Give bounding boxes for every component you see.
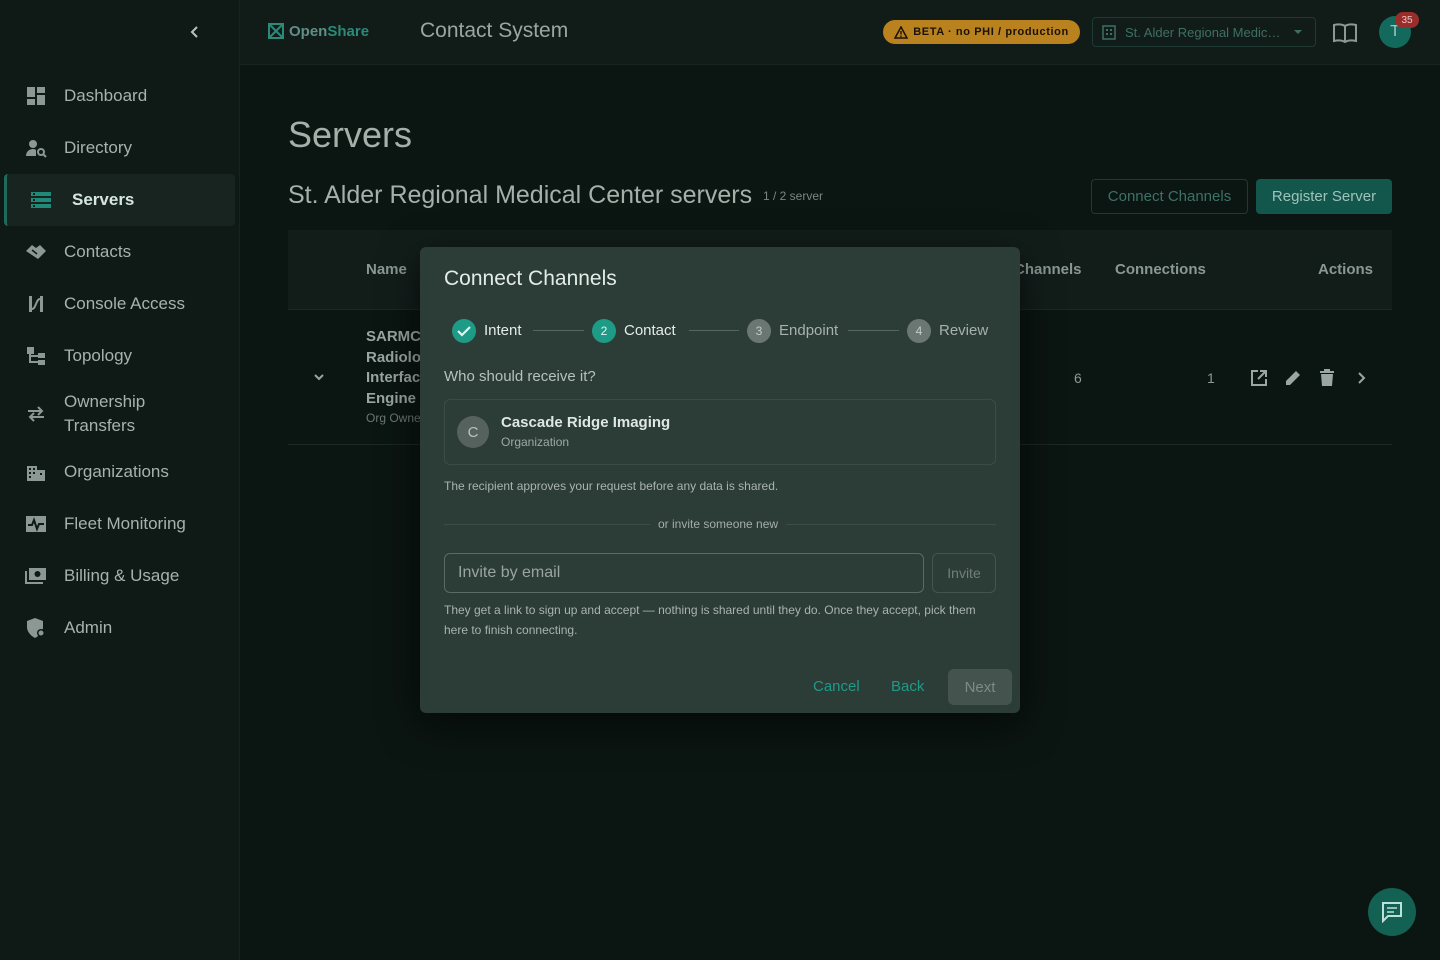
step-1-complete [452, 319, 476, 343]
recipient-question: Who should receive it? [444, 368, 596, 385]
step-4-label: Review [939, 322, 989, 339]
step-2-label: Contact [624, 322, 676, 339]
beta-warning-badge: BETA · no PHI / production [883, 20, 1080, 44]
contact-option[interactable]: C Cascade Ridge Imaging Organization [444, 399, 996, 465]
topology-icon [24, 344, 48, 368]
sidebar-item-label: Admin [64, 618, 113, 637]
sidebar-item-label: Topology [64, 346, 133, 365]
sidebar-item-label: Dashboard [64, 86, 148, 105]
sidebar-item-topology[interactable]: Topology [0, 330, 240, 382]
openshare-logo-icon [268, 23, 284, 39]
beta-label: BETA · no PHI / production [913, 26, 1069, 38]
admin-shield-icon [24, 616, 48, 640]
dialog-title: Connect Channels [444, 267, 617, 290]
approval-note: The recipient approves your request befo… [444, 479, 779, 493]
sidebar-item-label: Servers [72, 190, 135, 209]
back-button[interactable]: Back [891, 678, 924, 695]
next-button[interactable]: Next [948, 669, 1012, 705]
sidebar-item-ownership-transfers[interactable]: Ownership Transfers [0, 382, 240, 446]
sidebar-item-label: Fleet Monitoring [64, 514, 186, 533]
organization-select-value: St. Alder Regional Medical Center [1125, 24, 1285, 40]
sidebar-item-servers[interactable]: Servers [4, 174, 235, 226]
invite-button[interactable]: Invite [932, 553, 996, 593]
sidebar-item-billing-usage[interactable]: Billing & Usage [0, 550, 240, 602]
servers-icon [29, 188, 53, 212]
invite-note: They get a link to sign up and accept — … [444, 603, 976, 637]
step-2-number: 2 [592, 319, 616, 343]
step-3-number: 3 [747, 319, 771, 343]
top-app-bar: Open Share Contact System BETA · no PHI /… [240, 0, 1440, 65]
handshake-icon [24, 240, 48, 264]
chevron-left-icon [190, 26, 198, 38]
sidebar-item-fleet-monitoring[interactable]: Fleet Monitoring [0, 498, 240, 550]
cancel-button[interactable]: Cancel [813, 678, 860, 695]
sidebar-item-label: Contacts [64, 242, 132, 261]
sidebar-item-label: Console Access [64, 294, 185, 313]
caret-down-icon [1294, 30, 1302, 34]
monitoring-icon [24, 512, 48, 536]
notification-count-badge: 35 [1395, 12, 1419, 28]
sidebar-item-label: Organizations [64, 462, 169, 481]
organizations-icon [24, 460, 48, 484]
contact-avatar: C [457, 416, 489, 448]
sidebar-item-label: Billing & Usage [64, 566, 180, 585]
transfer-icon [24, 402, 48, 426]
invite-email-input[interactable] [444, 553, 924, 593]
openshare-logo[interactable]: Open Share [267, 22, 369, 40]
sidebar: Dashboard Directory Servers Contacts Con… [0, 0, 240, 960]
sidebar-nav: Dashboard Directory Servers Contacts Con… [0, 70, 240, 654]
step-4-number: 4 [907, 319, 931, 343]
billing-icon [24, 564, 48, 588]
documentation-button[interactable] [1332, 20, 1358, 46]
sidebar-item-organizations[interactable]: Organizations [0, 446, 240, 498]
sidebar-item-label: Ownership Transfers [64, 392, 146, 435]
chat-button[interactable] [1368, 888, 1416, 936]
step-connector [848, 330, 899, 331]
contact-name: Cascade Ridge Imaging [501, 414, 671, 431]
logo-text-open: Open [289, 22, 328, 40]
chat-icon [1382, 902, 1402, 923]
step-3-label: Endpoint [779, 322, 839, 339]
connect-channels-dialog: Connect Channels Intent 2 Contact 3 Endp… [420, 247, 1020, 713]
collapse-sidebar-button[interactable] [183, 20, 207, 44]
sidebar-item-directory[interactable]: Directory [0, 122, 240, 174]
sidebar-item-dashboard[interactable]: Dashboard [0, 70, 240, 122]
sidebar-item-contacts[interactable]: Contacts [0, 226, 240, 278]
open-book-icon [1333, 23, 1357, 43]
warning-icon [894, 25, 909, 39]
step-connector [533, 330, 584, 331]
sidebar-item-console-access[interactable]: Console Access [0, 278, 240, 330]
sidebar-item-label: Directory [64, 138, 133, 157]
dashboard-icon [24, 84, 48, 108]
check-icon [457, 326, 471, 337]
person-search-icon [24, 136, 48, 160]
console-access-icon [24, 292, 48, 316]
logo-text-share: Share [327, 22, 370, 40]
sidebar-item-admin[interactable]: Admin [0, 602, 240, 654]
step-1-label: Intent [484, 322, 522, 339]
app-title: Contact System [420, 19, 569, 42]
building-icon [1102, 25, 1116, 40]
divider-text: or invite someone new [650, 517, 787, 531]
organization-select[interactable]: St. Alder Regional Medical Center [1092, 17, 1316, 47]
step-connector [689, 330, 739, 331]
contact-type: Organization [501, 435, 570, 449]
